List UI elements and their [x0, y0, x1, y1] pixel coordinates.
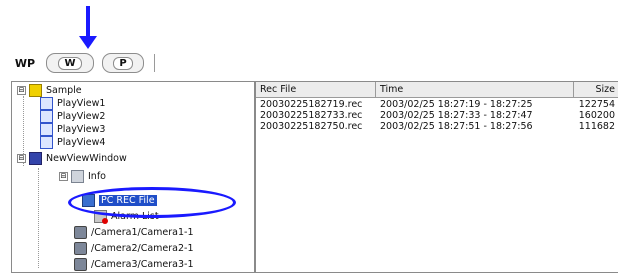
- tab-wp[interactable]: WP: [12, 54, 38, 72]
- tree-node-playview3[interactable]: PlayView3: [40, 122, 106, 136]
- folder-icon: [29, 83, 42, 97]
- view-icon: [40, 122, 53, 136]
- tree-node-label: PlayView2: [57, 110, 106, 122]
- tree-node-camera2[interactable]: /Camera2/Camera2-1: [74, 241, 194, 255]
- tree-node-camera3[interactable]: /Camera3/Camera3-1: [74, 257, 194, 271]
- rec-file-list[interactable]: Rec File Time Size 20030225182719.rec 20…: [255, 81, 618, 273]
- tree-node-info[interactable]: ⊟ Info: [59, 169, 106, 183]
- column-header-rec-file[interactable]: Rec File: [256, 82, 376, 97]
- tree-node-label: /Camera3/Camera3-1: [91, 258, 194, 270]
- view-icon: [40, 96, 53, 110]
- site-tree[interactable]: ⊟ Sample PlayView1 PlayView2 PlayView3 P…: [11, 81, 255, 273]
- table-row[interactable]: 20030225182719.rec 2003/02/25 18:27:19 -…: [256, 99, 618, 110]
- toolbar-divider: [154, 54, 155, 72]
- cell-size: 122754: [578, 99, 615, 110]
- collapse-toggle[interactable]: ⊟: [59, 171, 68, 181]
- window-icon: [29, 151, 42, 165]
- collapse-toggle[interactable]: ⊟: [17, 153, 26, 163]
- tree-node-camera1[interactable]: /Camera1/Camera1-1: [74, 225, 194, 239]
- tab-wp-label: WP: [14, 56, 36, 70]
- tree-node-label: PlayView1: [57, 97, 106, 109]
- view-icon: [40, 109, 53, 123]
- column-header-label: Size: [595, 84, 615, 95]
- cell-rec-file: 20030225182750.rec: [260, 121, 363, 132]
- annotation-highlight-ellipse: [68, 187, 236, 218]
- list-header: Rec File Time Size: [256, 82, 618, 98]
- table-row[interactable]: 20030225182750.rec 2003/02/25 18:27:51 -…: [256, 121, 618, 132]
- table-row[interactable]: 20030225182733.rec 2003/02/25 18:27:33 -…: [256, 110, 618, 121]
- cell-size: 111682: [578, 121, 615, 132]
- tree-node-playview1[interactable]: PlayView1: [40, 96, 106, 110]
- cell-time: 2003/02/25 18:27:51 - 18:27:56: [380, 121, 533, 132]
- tree-node-newviewwindow[interactable]: ⊟ NewViewWindow: [17, 151, 127, 165]
- column-header-label: Time: [380, 84, 404, 95]
- info-icon: [71, 169, 84, 183]
- tab-p-label: P: [113, 56, 133, 70]
- cell-rec-file: 20030225182719.rec: [260, 99, 363, 110]
- tree-node-label: Sample: [46, 84, 82, 96]
- column-header-time[interactable]: Time: [376, 82, 574, 97]
- cell-rec-file: 20030225182733.rec: [260, 110, 363, 121]
- tree-node-label: NewViewWindow: [46, 152, 127, 164]
- tree-node-playview2[interactable]: PlayView2: [40, 109, 106, 123]
- tree-node-playview4[interactable]: PlayView4: [40, 135, 106, 149]
- tree-node-label: Info: [88, 170, 106, 182]
- cell-time: 2003/02/25 18:27:33 - 18:27:47: [380, 110, 533, 121]
- collapse-toggle[interactable]: ⊟: [17, 85, 26, 95]
- tree-node-label: /Camera1/Camera1-1: [91, 226, 194, 238]
- column-header-label: Rec File: [260, 84, 297, 95]
- camera-icon: [74, 225, 87, 239]
- cell-time: 2003/02/25 18:27:19 - 18:27:25: [380, 99, 533, 110]
- cell-size: 160200: [578, 110, 615, 121]
- tab-p[interactable]: P: [102, 53, 144, 73]
- tree-node-label: PlayView3: [57, 123, 106, 135]
- camera-icon: [74, 241, 87, 255]
- column-header-size[interactable]: Size: [574, 82, 618, 97]
- tree-node-label: /Camera2/Camera2-1: [91, 242, 194, 254]
- tab-w[interactable]: W: [46, 53, 94, 73]
- view-icon: [40, 135, 53, 149]
- tree-node-sample[interactable]: ⊟ Sample: [17, 83, 82, 97]
- tree-node-label: PlayView4: [57, 136, 106, 148]
- view-toolbar: WP W P: [12, 52, 155, 74]
- tab-w-label: W: [58, 56, 82, 70]
